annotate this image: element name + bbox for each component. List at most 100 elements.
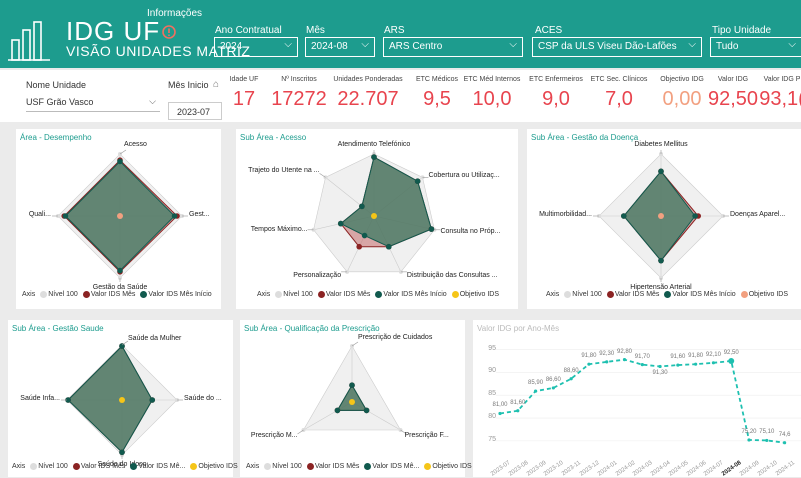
radar-legend: Axis Nível 100 Valor IDS Mês Valor IDS Mê..… xyxy=(12,463,243,470)
data-label: 91,70 xyxy=(634,353,650,360)
info-icon[interactable] xyxy=(162,25,176,39)
chart-title: Valor IDG por Ano-Mês xyxy=(477,324,560,333)
legend-label: Nível 100 xyxy=(38,463,68,470)
panel-sub-area-prescricao: Sub Área - Qualificação da Prescrição xyxy=(240,320,465,477)
legend-label: Nível 100 xyxy=(272,463,302,470)
filter-label-mes: Mês xyxy=(306,25,325,36)
radar-axis-label: Distribuição das Consultas ... xyxy=(406,271,498,279)
y-tick-label: 90 xyxy=(488,367,496,375)
chevron-down-icon: ⌵ xyxy=(788,39,796,50)
radar-axis-label: Diabetes Mellitus xyxy=(634,141,688,148)
data-label: 92,50 xyxy=(723,349,739,356)
legend-marker xyxy=(317,291,325,298)
kpi-label: Unidades Ponderadas xyxy=(333,76,403,83)
legend-marker xyxy=(72,463,80,470)
legend-label: Objetivo IDS xyxy=(748,291,788,298)
legend-marker xyxy=(140,291,148,298)
legend-label: Valor IDS Mês Início xyxy=(383,291,447,298)
kpi-value: 93,1( xyxy=(759,88,801,110)
radar-axis-label: Prescrição de Cuidados xyxy=(358,334,433,341)
filter-aces-dropdown[interactable]: CSP da ULS Viseu Dão-Lafões ⌵ xyxy=(532,37,702,57)
legend-label: Axis xyxy=(22,291,36,298)
legend-label: Valor IDS Mê... xyxy=(372,463,420,470)
legend-marker xyxy=(275,291,283,298)
radar-legend: Axis Nível 100 Valor IDS Mês Valor IDS Mês … xyxy=(257,291,504,298)
data-label: 91,30 xyxy=(652,370,668,377)
legend-label: Axis xyxy=(12,463,26,470)
chevron-down-icon: ⌵ xyxy=(688,39,696,50)
filter-label-ars: ARS xyxy=(384,25,405,36)
kpi-value: 17272 xyxy=(271,88,327,110)
radar-legend: Axis Nível 100 Valor IDS Mês Valor IDS Mê..… xyxy=(246,463,477,470)
mes-inicio-label: Mês Inicio xyxy=(168,80,209,90)
filter-ano-dropdown[interactable]: 2024 ⌵ xyxy=(214,37,298,57)
legend-marker xyxy=(82,291,90,298)
legend-label: Nível 100 xyxy=(48,291,78,298)
panel-sub-area-gestao-doenca: Sub Área - Gestão da Doença xyxy=(527,129,801,309)
legend-label: Nível 100 xyxy=(283,291,313,298)
panel-title: Sub Área - Acesso xyxy=(240,133,307,142)
chevron-down-icon: ⌵ xyxy=(509,39,517,50)
panel-area-desempenho: Área - Desempenho xyxy=(16,129,221,309)
radar-axis-label: Saúde Infa... xyxy=(20,395,60,402)
filter-ars-dropdown[interactable]: ARS Centro ⌵ xyxy=(383,37,523,57)
radar-axis-label: Saúde da Mulher xyxy=(128,335,182,342)
legend-label: Nível 100 xyxy=(572,291,602,298)
filter-label-tipo: Tipo Unidade xyxy=(712,25,772,36)
panel-title: Área - Desempenho xyxy=(20,133,92,142)
legend-label: Objetivo IDS xyxy=(432,463,472,470)
filter-aces-value: CSP da ULS Viseu Dão-Lafões xyxy=(538,41,677,52)
y-tick-label: 75 xyxy=(488,435,496,443)
legend-label: Objetivo IDS xyxy=(459,291,499,298)
filter-label-aces: ACES xyxy=(535,25,563,36)
y-tick-label: 85 xyxy=(488,390,496,398)
panel-title: Sub Área - Gestão Saude xyxy=(12,324,104,333)
legend-marker xyxy=(130,463,138,470)
nome-unidade-value: USF Grão Vasco xyxy=(26,97,94,107)
legend-label: Valor IDS Mês xyxy=(90,291,136,298)
nome-unidade-label: Nome Unidade xyxy=(26,80,87,90)
chevron-down-icon: ⌵ xyxy=(361,39,369,50)
radar-axis-label: Prescrição M... xyxy=(250,432,298,439)
filter-tipo-value: Tudo xyxy=(716,41,739,52)
kpi-label: Valor IDG P xyxy=(763,76,801,83)
app-logo-icon xyxy=(8,21,50,61)
radar-axis-label: Tempos Máximo... xyxy=(250,225,308,233)
legend-marker xyxy=(40,291,48,298)
kpi-label: Nº Inscritos xyxy=(281,76,317,83)
radar-axis-label: Multimorbilidad... xyxy=(539,211,592,218)
filter-mes-value: 2024-08 xyxy=(311,41,348,52)
filter-ars-value: ARS Centro xyxy=(389,41,443,52)
legend-marker xyxy=(664,291,672,298)
y-tick-label: 95 xyxy=(488,344,496,352)
legend-marker xyxy=(306,463,314,470)
panel-valor-idg-line: Valor IDG por Ano-Mês xyxy=(473,320,801,477)
legend-marker xyxy=(190,463,198,470)
data-label: 86,60 xyxy=(545,376,561,383)
radar-axis-label: Personalização xyxy=(293,271,342,279)
radar-axis-label: Hipertensão Arterial xyxy=(630,284,692,291)
info-label: Informações xyxy=(147,8,203,19)
panel-title: Sub Área - Gestão da Doença xyxy=(531,133,639,142)
legend-label: Valor IDS Mês Início xyxy=(672,291,736,298)
legend-marker xyxy=(451,291,459,298)
radar-axis-label: Atendimento Telefónico xyxy=(337,141,411,148)
nome-unidade-dropdown[interactable]: USF Grão Vasco ⌵ xyxy=(26,94,160,112)
legend-marker xyxy=(606,291,614,298)
panel-sub-area-acesso: Sub Área - Acesso xyxy=(236,129,518,309)
data-label: 74,6 xyxy=(778,431,791,438)
radar-axis-label: Cobertura ou Utilizaç... xyxy=(428,172,500,180)
radar-axis-label: Prescrição F... xyxy=(404,432,449,439)
legend-marker xyxy=(564,291,572,298)
filter-mes-dropdown[interactable]: 2024-08 ⌵ xyxy=(305,37,375,57)
legend-label: Valor IDS Mês xyxy=(325,291,371,298)
legend-label: Axis xyxy=(546,291,560,298)
kpi-value: 22.707 xyxy=(337,88,399,110)
radar-legend: Axis Nível 100 Valor IDS Mês Valor IDS Mês … xyxy=(546,291,793,298)
legend-label: Valor IDS Mês Início xyxy=(148,291,212,298)
legend-label: Axis xyxy=(257,291,271,298)
radar-axis-label: Gest... xyxy=(189,211,210,218)
filter-ano-value: 2024 xyxy=(220,41,243,52)
filter-tipo-dropdown[interactable]: Tudo ⌵ xyxy=(710,37,801,57)
panel-title: Sub Área - Qualificação da Prescrição xyxy=(244,324,380,333)
